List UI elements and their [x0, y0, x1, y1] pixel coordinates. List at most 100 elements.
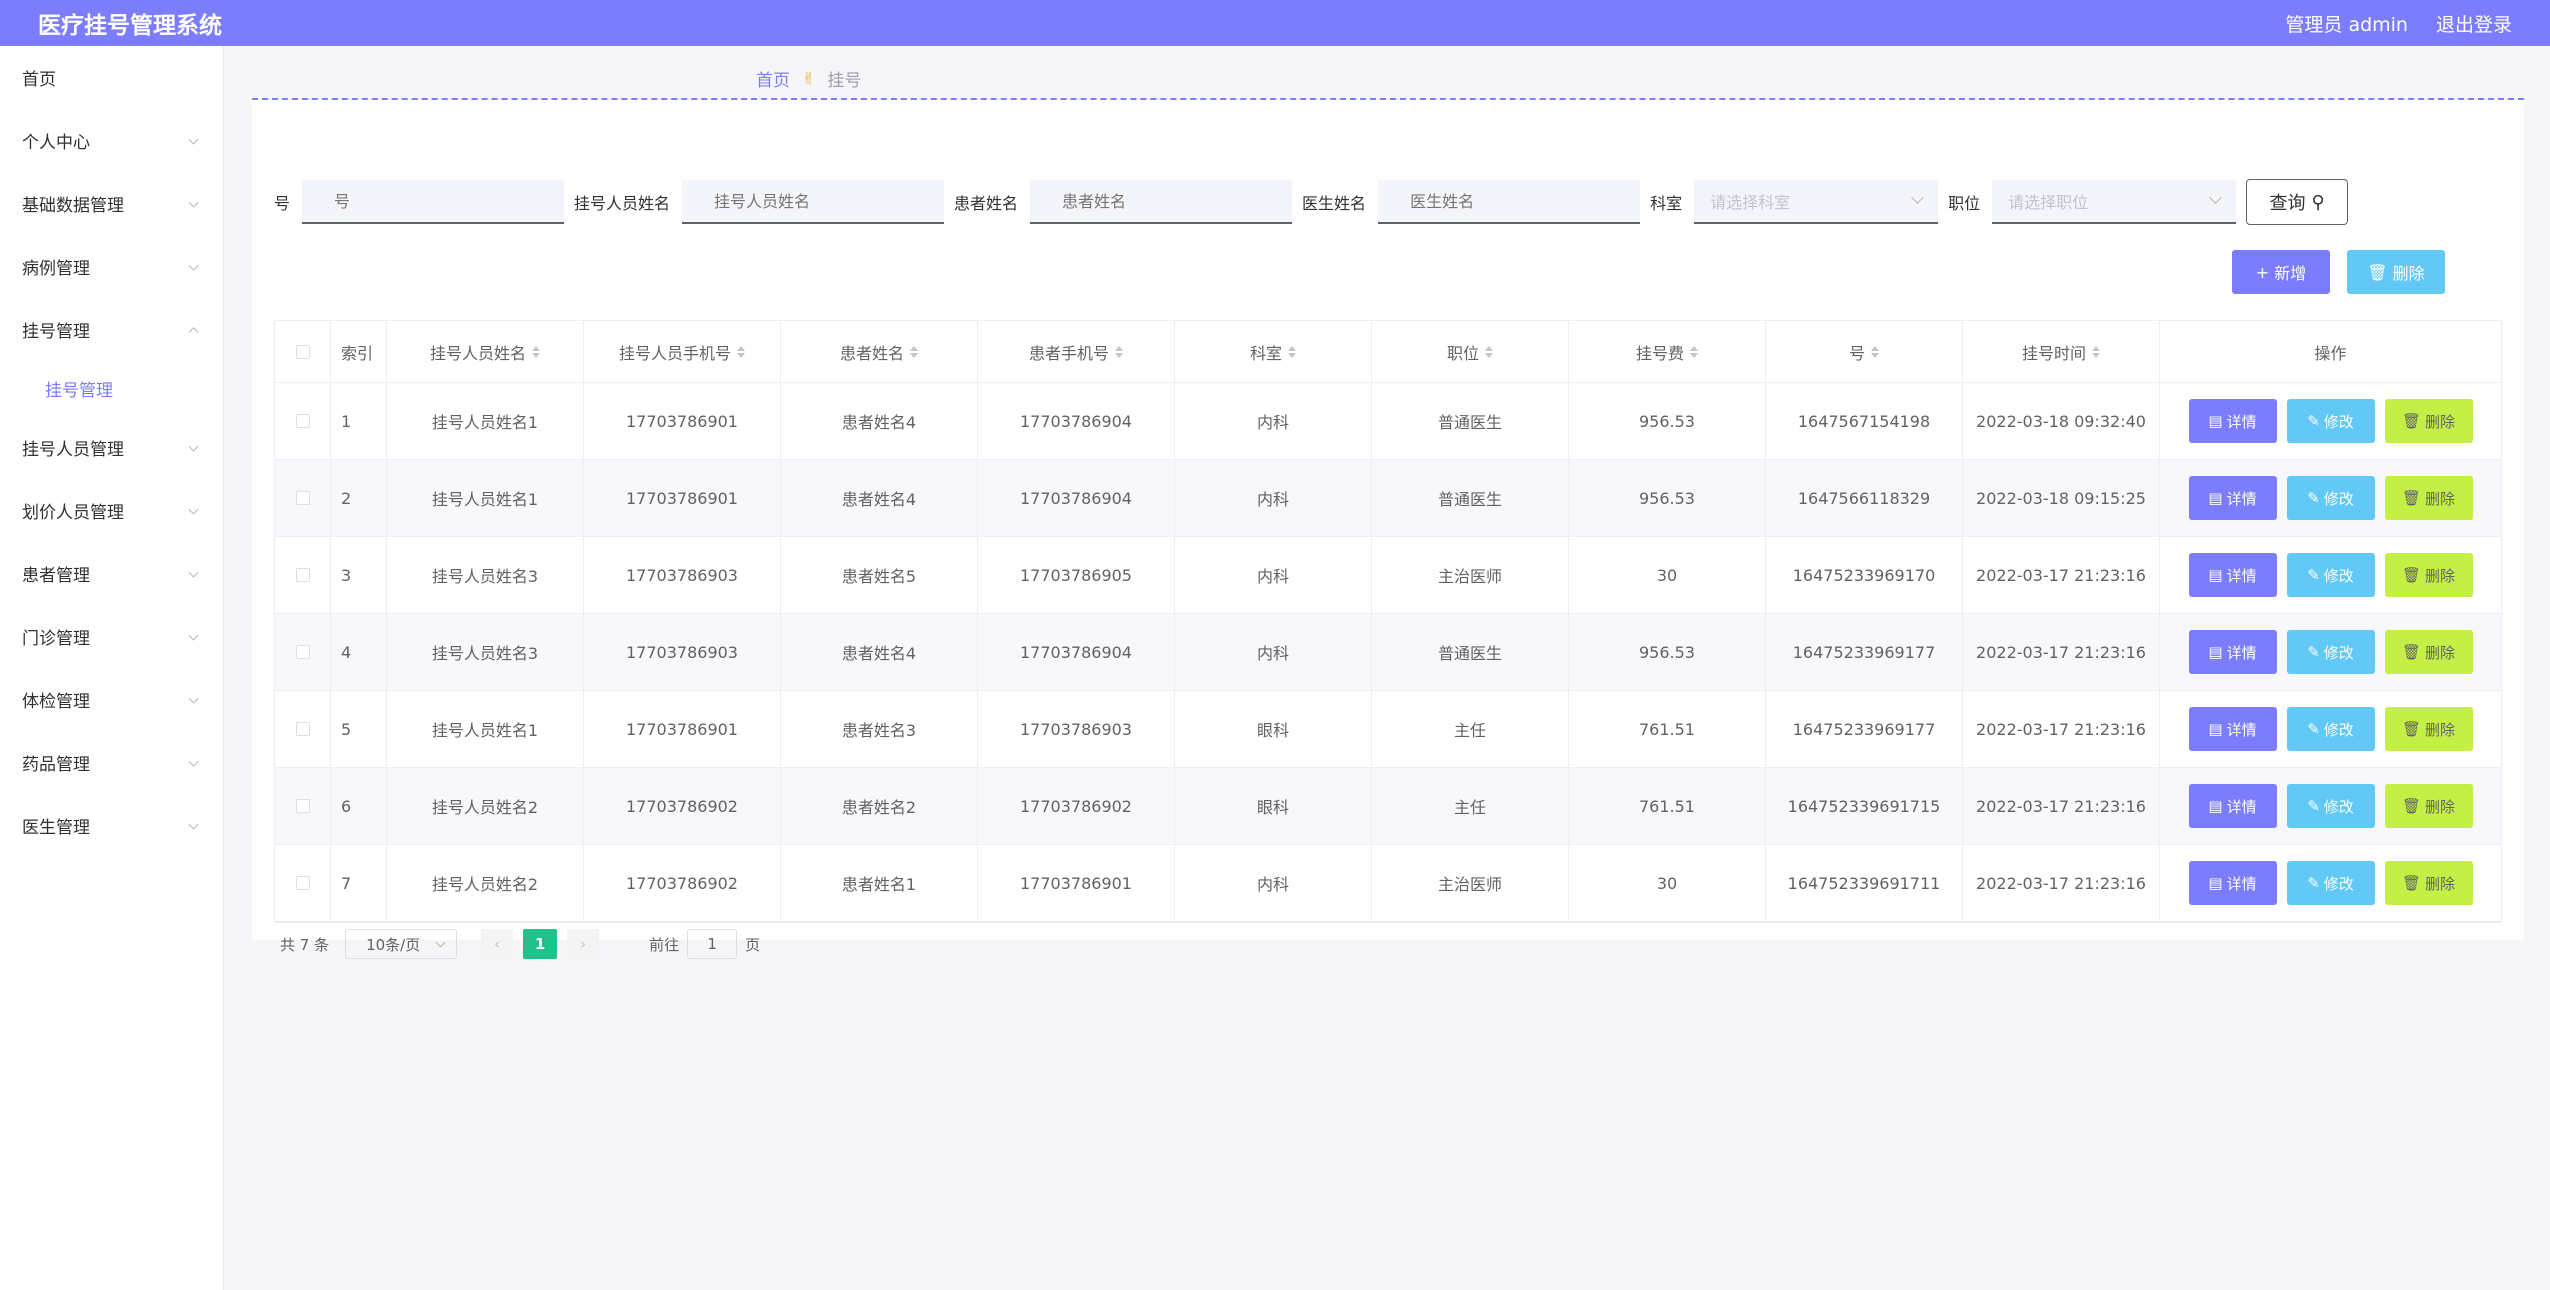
query-button[interactable]: 查询 ⚲ [2246, 179, 2349, 225]
table-cell: 1647567154198 [1766, 383, 1963, 459]
sort-icon[interactable] [737, 345, 745, 358]
sort-icon[interactable] [1288, 345, 1296, 358]
delete-button[interactable]: 🗑 删除 [2384, 476, 2473, 520]
table-cell: 30 [1569, 845, 1766, 921]
search-icon: ⚲ [2311, 191, 2325, 212]
row-actions: ▤ 详情 ✎ 修改 🗑 删除 [2160, 383, 2501, 459]
column-header[interactable]: 挂号时间 [1963, 321, 2160, 382]
delete-button[interactable]: 🗑 删除 [2384, 707, 2473, 751]
table-cell: 164752339691711 [1766, 845, 1963, 921]
detail-button[interactable]: ▤ 详情 [2188, 707, 2277, 751]
detail-button[interactable]: ▤ 详情 [2188, 399, 2277, 443]
sort-icon[interactable] [2092, 345, 2100, 358]
edit-button[interactable]: ✎ 修改 [2286, 707, 2375, 751]
sidebar-item-registrars[interactable]: 挂号人员管理 [0, 416, 223, 479]
column-header[interactable]: 职位 [1372, 321, 1569, 382]
sidebar-item-drugs[interactable]: 药品管理 [0, 731, 223, 794]
column-header[interactable]: 挂号费 [1569, 321, 1766, 382]
sidebar-subitem-registration[interactable]: 挂号管理 [0, 361, 223, 416]
column-header[interactable]: 挂号人员姓名 [387, 321, 584, 382]
page-size-select[interactable]: 10条/页 [345, 929, 458, 959]
detail-button[interactable]: ▤ 详情 [2188, 784, 2277, 828]
detail-button[interactable]: ▤ 详情 [2188, 630, 2277, 674]
doc-icon: ▤ [2208, 720, 2223, 738]
delete-button[interactable]: 🗑 删除 [2384, 399, 2473, 443]
sidebar-item-doctors[interactable]: 医生管理 [0, 794, 223, 857]
chevron-down-icon [1911, 191, 1924, 204]
add-button[interactable]: + 新增 [2232, 250, 2330, 294]
sort-icon[interactable] [1485, 345, 1493, 358]
edit-button[interactable]: ✎ 修改 [2286, 553, 2375, 597]
prev-page-button[interactable]: ‹ [481, 929, 514, 959]
table-cell: 患者姓名1 [781, 845, 978, 921]
detail-button[interactable]: ▤ 详情 [2188, 553, 2277, 597]
delete-selected-button[interactable]: 🗑 删除 [2347, 250, 2445, 294]
row-checkbox[interactable] [295, 491, 310, 505]
sidebar-item-registration[interactable]: 挂号管理 [0, 298, 223, 361]
sidebar-item-clinic[interactable]: 门诊管理 [0, 605, 223, 668]
next-page-button[interactable]: › [567, 929, 600, 959]
doctor-name-input[interactable] [1378, 180, 1641, 224]
row-actions: ▤ 详情 ✎ 修改 🗑 删除 [2160, 691, 2501, 767]
edit-button[interactable]: ✎ 修改 [2286, 399, 2375, 443]
sidebar-item-checkup[interactable]: 体检管理 [0, 668, 223, 731]
delete-button[interactable]: 🗑 删除 [2384, 630, 2473, 674]
sidebar-item-label: 挂号管理 [22, 322, 90, 342]
sidebar-item-label: 门诊管理 [22, 629, 90, 649]
row-checkbox[interactable] [295, 876, 310, 890]
column-header-label: 索引 [341, 343, 374, 363]
edit-label: 修改 [2323, 412, 2354, 431]
row-checkbox[interactable] [295, 799, 310, 813]
delete-button[interactable]: 🗑 删除 [2384, 553, 2473, 597]
detail-button[interactable]: ▤ 详情 [2188, 861, 2277, 905]
row-checkbox[interactable] [295, 645, 310, 659]
query-label: 查询 [2269, 193, 2306, 213]
sidebar-item-basic-data[interactable]: 基础数据管理 [0, 172, 223, 235]
breadcrumb-home[interactable]: 首页 [756, 66, 790, 91]
sidebar-item-patients[interactable]: 患者管理 [0, 542, 223, 605]
position-select[interactable]: 请选择职位 [1992, 180, 2237, 224]
logout-link[interactable]: 退出登录 [2436, 10, 2512, 37]
registrar-name-input[interactable] [682, 180, 945, 224]
chevron-down-icon [188, 134, 199, 145]
table-row: 4 挂号人员姓名3 17703786903 患者姓名4 17703786904 内科 普通医… [275, 614, 2501, 691]
sidebar-item-home[interactable]: 首页 [0, 46, 223, 109]
column-header[interactable]: 科室 [1175, 321, 1372, 382]
column-header[interactable]: 患者姓名 [781, 321, 978, 382]
column-header-label: 科室 [1249, 343, 1282, 363]
department-select[interactable]: 请选择科室 [1694, 180, 1939, 224]
page-number-current[interactable]: 1 [523, 929, 558, 959]
sort-icon[interactable] [532, 345, 540, 358]
column-header[interactable]: 挂号人员手机号 [584, 321, 781, 382]
number-input[interactable] [302, 180, 565, 224]
sidebar-item-personal-center[interactable]: 个人中心 [0, 109, 223, 172]
sort-icon[interactable] [1690, 345, 1698, 358]
column-header[interactable]: 患者手机号 [978, 321, 1175, 382]
edit-button[interactable]: ✎ 修改 [2286, 630, 2375, 674]
row-checkbox[interactable] [295, 722, 310, 736]
select-all-checkbox[interactable] [295, 344, 310, 359]
edit-button[interactable]: ✎ 修改 [2286, 861, 2375, 905]
edit-button[interactable]: ✎ 修改 [2286, 476, 2375, 520]
doc-icon: ▤ [2208, 874, 2223, 892]
table-row: 2 挂号人员姓名1 17703786901 患者姓名4 17703786904 内科 普通医… [275, 460, 2501, 537]
column-header-label: 号 [1848, 343, 1865, 363]
goto-page-input[interactable]: 1 [687, 929, 738, 959]
table-cell: 7 [331, 845, 387, 921]
patient-name-input[interactable] [1030, 180, 1293, 224]
sort-icon[interactable] [1115, 345, 1123, 358]
sidebar-item-cases[interactable]: 病例管理 [0, 235, 223, 298]
sidebar-item-label: 医生管理 [22, 818, 90, 838]
column-header[interactable]: 号 [1766, 321, 1963, 382]
sidebar-item-pricers[interactable]: 划价人员管理 [0, 479, 223, 542]
detail-button[interactable]: ▤ 详情 [2188, 476, 2277, 520]
edit-button[interactable]: ✎ 修改 [2286, 784, 2375, 828]
table-cell: 956.53 [1569, 614, 1766, 690]
delete-button[interactable]: 🗑 删除 [2384, 784, 2473, 828]
row-checkbox[interactable] [295, 568, 310, 582]
row-checkbox[interactable] [295, 414, 310, 428]
delete-button[interactable]: 🗑 删除 [2384, 861, 2473, 905]
edit-icon: ✎ [2307, 412, 2320, 430]
sort-icon[interactable] [910, 345, 918, 358]
sort-icon[interactable] [1871, 345, 1879, 358]
